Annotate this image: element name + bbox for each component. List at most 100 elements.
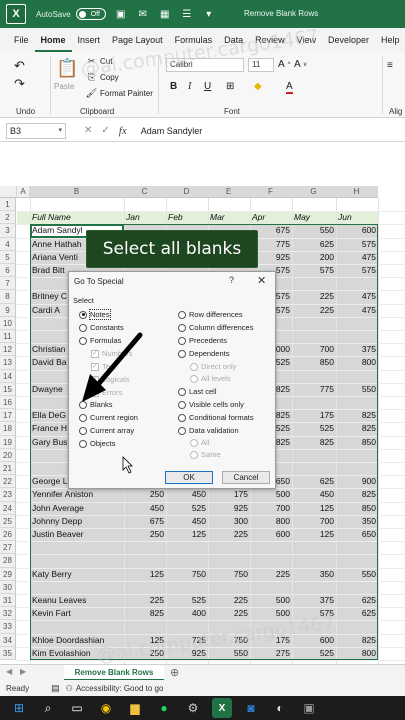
value-cell[interactable] [336,198,378,211]
column-header[interactable]: D [166,186,208,198]
task-view-icon[interactable]: ▭ [67,698,87,718]
spotify-icon[interactable]: ● [154,698,174,718]
row-header[interactable]: 30 [0,580,16,594]
row-header[interactable]: 22 [0,475,16,489]
italic-button[interactable]: I [188,81,191,92]
tab-review[interactable]: Review [249,28,291,52]
row-header[interactable]: 21 [0,462,16,476]
row-header[interactable]: 24 [0,501,16,515]
radio-all[interactable]: All [190,438,209,447]
row-header[interactable]: 11 [0,330,16,344]
autosave-toggle[interactable]: Off [75,8,106,20]
header-cell-month[interactable]: May [292,211,336,224]
check-text[interactable]: ✓ Text [91,362,116,371]
borders-icon[interactable]: ⊞ [226,81,234,92]
radio-row-differences[interactable]: Row differences [178,310,243,319]
row-header[interactable]: 28 [0,554,16,568]
row-header[interactable]: 14 [0,369,16,383]
grow-font-icon[interactable]: A ^ [278,59,291,70]
check-logicals[interactable]: ✓ Logicals [91,375,130,384]
radio-column-differences[interactable]: Column differences [178,323,253,332]
tab-page-layout[interactable]: Page Layout [106,28,169,52]
email-icon[interactable]: ✉ [136,7,150,21]
row-header[interactable]: 26 [0,528,16,542]
radio-direct-only[interactable]: Direct only [190,362,236,371]
app-icon[interactable]: ▣ [299,698,319,718]
radio-dependents[interactable]: Dependents [178,349,229,358]
row-header[interactable]: 8 [0,290,16,304]
row-header[interactable]: 9 [0,303,16,317]
row-header[interactable]: 4 [0,237,16,251]
tab-data[interactable]: Data [218,28,249,52]
radio-blanks[interactable]: Blanks [79,400,113,409]
font-name-dropdown[interactable]: Calibri [166,58,244,72]
radio-constants[interactable]: Constants [79,323,124,332]
insert-function-icon[interactable]: fx [119,125,127,137]
save-icon[interactable]: ▣ [114,7,128,21]
value-cell[interactable] [208,198,250,211]
radio-conditional-formats[interactable]: Conditional formats [178,413,254,422]
row-header[interactable]: 5 [0,250,16,264]
row-header[interactable]: 32 [0,607,16,621]
paste-button[interactable]: Paste [54,82,74,91]
accessibility-status[interactable]: Accessibility: Good to go [76,684,164,693]
fill-color-icon[interactable]: ◆ [254,81,262,92]
row-header[interactable]: 17 [0,409,16,423]
radio-current-array[interactable]: Current array [79,426,134,435]
row-header[interactable]: 2 [0,211,16,225]
column-header[interactable]: E [208,186,250,198]
row-header[interactable]: 3 [0,224,16,238]
header-cell-month[interactable]: Mar [208,211,250,224]
column-header[interactable]: A [17,186,30,198]
column-header[interactable]: H [336,186,378,198]
column-header[interactable]: B [30,186,124,198]
row-header[interactable]: 20 [0,448,16,462]
radio-same[interactable]: Same [190,450,221,459]
row-header[interactable]: 6 [0,264,16,278]
tab-file[interactable]: File [8,28,35,52]
tab-developer[interactable]: Developer [322,28,375,52]
radio-last-cell[interactable]: Last cell [178,387,217,396]
row-header[interactable]: 34 [0,633,16,647]
tab-formulas[interactable]: Formulas [169,28,219,52]
row-header[interactable]: 18 [0,422,16,436]
radio-notes[interactable]: Notes [79,309,111,320]
close-button[interactable]: ✕ [257,274,266,287]
row-header[interactable]: 31 [0,594,16,608]
bold-button[interactable]: B [170,81,177,92]
align-icon[interactable]: ≡ [387,60,393,71]
font-color-icon[interactable]: A [286,81,293,94]
row-header[interactable]: 23 [0,488,16,502]
tab-help[interactable]: Help [375,28,405,52]
settings-icon[interactable]: ⚙ [183,698,203,718]
row-header[interactable]: 12 [0,343,16,357]
font-size-dropdown[interactable]: 11 [248,58,274,72]
radio-precedents[interactable]: Precedents [178,336,227,345]
row-header[interactable]: 35 [0,646,16,660]
tab-view[interactable]: View [291,28,322,52]
value-cell[interactable] [124,198,166,211]
cancel-entry-icon[interactable]: ✕ [84,125,92,137]
help-button[interactable]: ? [229,275,234,285]
windows-start-icon[interactable]: ⊞ [9,698,29,718]
tab-insert[interactable]: Insert [72,28,107,52]
tab-home[interactable]: Home [34,28,72,52]
radio-visible-cells-only[interactable]: Visible cells only [178,400,244,409]
formula-value[interactable]: Adam Sandyler [141,126,203,136]
row-header[interactable]: 7 [0,277,16,291]
radio-data-validation[interactable]: Data validation [178,426,239,435]
row-header[interactable]: 19 [0,435,16,449]
select-all-corner[interactable] [0,186,17,198]
value-cell[interactable] [166,198,208,211]
media-icon[interactable]: ◐ [270,698,290,718]
list-icon[interactable]: ☰ [180,7,194,21]
macro-icon[interactable]: ▤ [51,683,60,694]
row-header[interactable]: 16 [0,396,16,410]
radio-objects[interactable]: Objects [79,439,115,448]
chrome-icon[interactable]: ◉ [96,698,116,718]
row-header[interactable]: 25 [0,514,16,528]
header-cell-month[interactable]: Apr [250,211,292,224]
file-explorer-icon[interactable]: ▆ [125,698,145,718]
header-cell-month[interactable]: Feb [166,211,208,224]
search-icon[interactable]: ⌕ [38,698,58,718]
